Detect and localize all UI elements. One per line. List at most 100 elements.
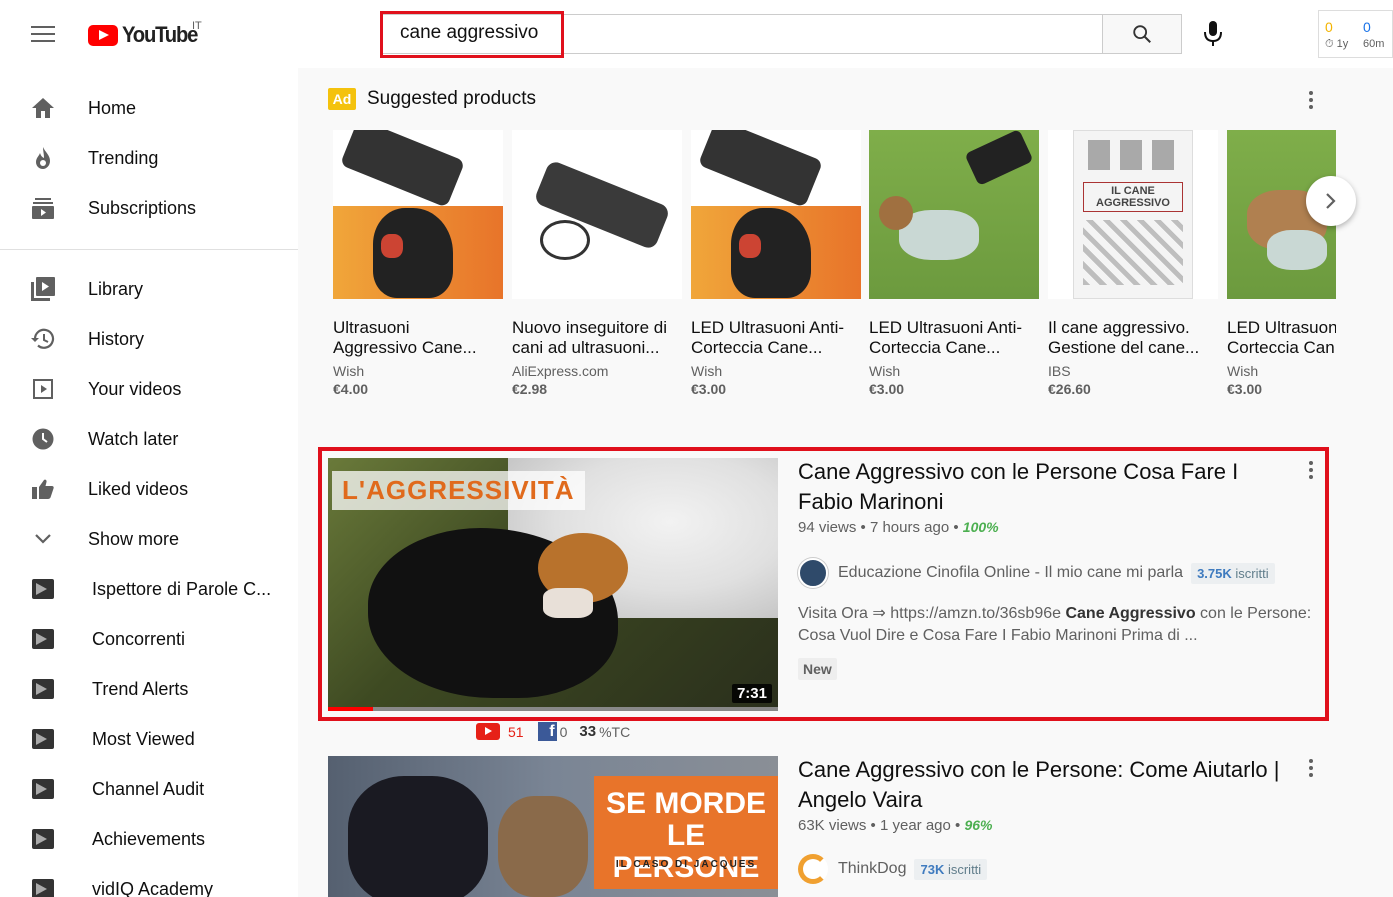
vidiq-stats-box[interactable]: 0 0 ⏱ 1y 60m xyxy=(1318,10,1393,58)
vidiq-play-icon xyxy=(32,879,54,897)
sidebar-item-home[interactable]: Home xyxy=(0,88,298,128)
search-icon xyxy=(1133,25,1151,43)
product-price: €3.00 xyxy=(869,381,905,397)
history-icon xyxy=(30,326,56,352)
thumbnail-title-line1: SE MORDE xyxy=(605,787,767,820)
vidiq-play-icon xyxy=(32,829,54,849)
youtube-logo[interactable]: YouTube IT xyxy=(88,20,204,48)
thumbnail-title-line2: LE PERSONE xyxy=(612,819,760,884)
stat-value-2: 0 xyxy=(1363,19,1371,35)
sidebar-item-library[interactable]: Library xyxy=(0,269,298,309)
logo-text: YouTube xyxy=(122,22,198,47)
tc-label: %TC xyxy=(599,723,631,740)
vidiq-play-icon xyxy=(32,629,54,649)
your-videos-icon xyxy=(30,376,56,402)
channel-avatar[interactable] xyxy=(798,558,828,588)
sidebar-item-watch-later[interactable]: Watch later xyxy=(0,419,298,459)
product-card[interactable]: LED Ultrasuoni Anti- Corteccia Cane... Wi… xyxy=(869,130,1039,397)
search-input-value[interactable]: cane aggressivo xyxy=(400,22,538,44)
video-title[interactable]: Cane Aggressivo con le Persone: Come Aiu… xyxy=(798,755,1288,815)
sidebar-item-vidiq-academy[interactable]: vidIQ Academy xyxy=(0,869,298,897)
product-name: LED Ultrasuoni Anti- Corteccia Cane... xyxy=(869,318,1023,357)
facebook-icon: f xyxy=(537,722,557,741)
sidebar-item-vidiq-competitors[interactable]: Concorrenti xyxy=(0,619,298,659)
product-store: Wish xyxy=(333,363,365,379)
product-name: Il cane aggressivo. Gestione del cane... xyxy=(1048,318,1200,357)
product-image xyxy=(512,130,682,299)
channel-avatar[interactable] xyxy=(798,854,828,884)
new-badge: New xyxy=(798,658,837,680)
sidebar-item-vidiq-most-viewed[interactable]: Most Viewed xyxy=(0,719,298,759)
chevron-down-icon xyxy=(30,526,56,552)
product-image xyxy=(333,130,503,299)
subscriptions-icon xyxy=(30,195,56,221)
sidebar-item-show-more[interactable]: Show more xyxy=(0,519,298,559)
flame-icon xyxy=(30,145,56,171)
more-options-icon[interactable] xyxy=(1309,759,1313,780)
home-icon xyxy=(30,95,56,121)
product-card[interactable]: IL CANE AGGRESSIVO Il cane aggressivo. Ge… xyxy=(1048,130,1218,397)
video-thumbnail[interactable]: L'AGGRESSIVITÀ 7:31 xyxy=(328,458,778,711)
vidiq-play-icon xyxy=(32,729,54,749)
youtube-play-icon xyxy=(88,24,118,46)
channel-name[interactable]: ThinkDog xyxy=(838,860,906,878)
product-name: LED Ultrasuoni Anti- Corteccia Cane... xyxy=(691,318,845,357)
stat-value-1: 0 xyxy=(1325,19,1333,35)
more-options-icon[interactable] xyxy=(1309,91,1313,112)
product-card[interactable]: LED Ultrasuon Corteccia Can Wish €3.00 xyxy=(1227,130,1336,400)
product-price: €3.00 xyxy=(1227,381,1263,397)
product-store: Wish xyxy=(1227,363,1259,379)
thumbnail-title-text: L'AGGRESSIVITÀ xyxy=(332,471,585,510)
stat-label-2: 60m xyxy=(1363,38,1385,50)
sidebar-item-vidiq-keyword-inspector[interactable]: Ispettore di Parole C... xyxy=(0,569,298,609)
video-thumbnail[interactable]: SE MORDE LE PERSONE IL CASO DI JACQUES xyxy=(328,756,778,897)
product-price: €4.00 xyxy=(333,381,369,397)
product-name: LED Ultrasuon Corteccia Can xyxy=(1227,318,1336,357)
sidebar-item-vidiq-channel-audit[interactable]: Channel Audit xyxy=(0,769,298,809)
product-price: €26.60 xyxy=(1048,381,1091,397)
subscriber-badge: 73K iscritti xyxy=(914,858,988,880)
channel-info[interactable]: Educazione Cinofila Online - Il mio cane… xyxy=(798,558,1275,588)
sidebar-item-subscriptions[interactable]: Subscriptions xyxy=(0,188,298,228)
library-icon xyxy=(30,276,56,302)
product-card[interactable]: LED Ultrasuoni Anti- Corteccia Cane... Wi… xyxy=(691,130,861,397)
video-duration: 7:31 xyxy=(731,684,772,703)
video-metadata: 94 views • 7 hours ago • 100% xyxy=(798,519,999,536)
vidiq-video-stats: 51 f 0 33 %TC xyxy=(476,722,630,741)
sidebar-item-vidiq-achievements[interactable]: Achievements xyxy=(0,819,298,859)
ad-badge: Ad xyxy=(328,88,356,110)
yt-likes-count: 51 xyxy=(508,723,524,740)
sidebar-item-trending[interactable]: Trending xyxy=(0,138,298,178)
product-store: Wish xyxy=(869,363,901,379)
channel-name[interactable]: Educazione Cinofila Online - Il mio cane… xyxy=(838,564,1183,582)
subscriber-badge: 3.75K iscritti xyxy=(1191,562,1275,584)
video-metadata: 63K views • 1 year ago • 96% xyxy=(798,817,993,834)
vidiq-score: 96% xyxy=(964,817,993,833)
search-button[interactable] xyxy=(1102,14,1182,54)
vidiq-score: 100% xyxy=(962,519,999,535)
hamburger-menu-icon[interactable] xyxy=(31,26,55,44)
product-card[interactable]: Ultrasuoni Aggressivo Cane... Wish €4.00 xyxy=(333,130,503,397)
sidebar-item-your-videos[interactable]: Your videos xyxy=(0,369,298,409)
more-options-icon[interactable] xyxy=(1309,461,1313,482)
product-store: AliExpress.com xyxy=(512,363,609,379)
masthead: YouTube IT cane aggressivo 0 0 ⏱ 1y 60m xyxy=(0,0,1393,68)
vidiq-play-icon xyxy=(32,679,54,699)
sidebar-item-vidiq-trend-alerts[interactable]: Trend Alerts xyxy=(0,669,298,709)
microphone-icon[interactable] xyxy=(1201,20,1225,48)
clock-icon xyxy=(30,426,56,452)
product-store: Wish xyxy=(691,363,723,379)
channel-info[interactable]: ThinkDog 73K iscritti xyxy=(798,854,988,884)
thumbnail-subtitle: IL CASO DI JACQUES xyxy=(615,859,757,870)
logo-region: IT xyxy=(192,20,202,32)
sidebar-item-history[interactable]: History xyxy=(0,319,298,359)
product-card[interactable]: Nuovo inseguitore di cani ad ultrasuoni..… xyxy=(512,130,682,397)
video-title[interactable]: Cane Aggressivo con le Persone Cosa Fare… xyxy=(798,457,1288,517)
carousel-next-button[interactable] xyxy=(1306,176,1356,226)
youtube-icon xyxy=(476,723,500,740)
sidebar-item-liked-videos[interactable]: Liked videos xyxy=(0,469,298,509)
thumbs-up-icon xyxy=(30,476,56,502)
chevron-right-icon xyxy=(1326,193,1336,209)
sidebar: Home Trending Subscriptions Library Hist… xyxy=(0,68,298,897)
sidebar-divider xyxy=(0,249,298,250)
